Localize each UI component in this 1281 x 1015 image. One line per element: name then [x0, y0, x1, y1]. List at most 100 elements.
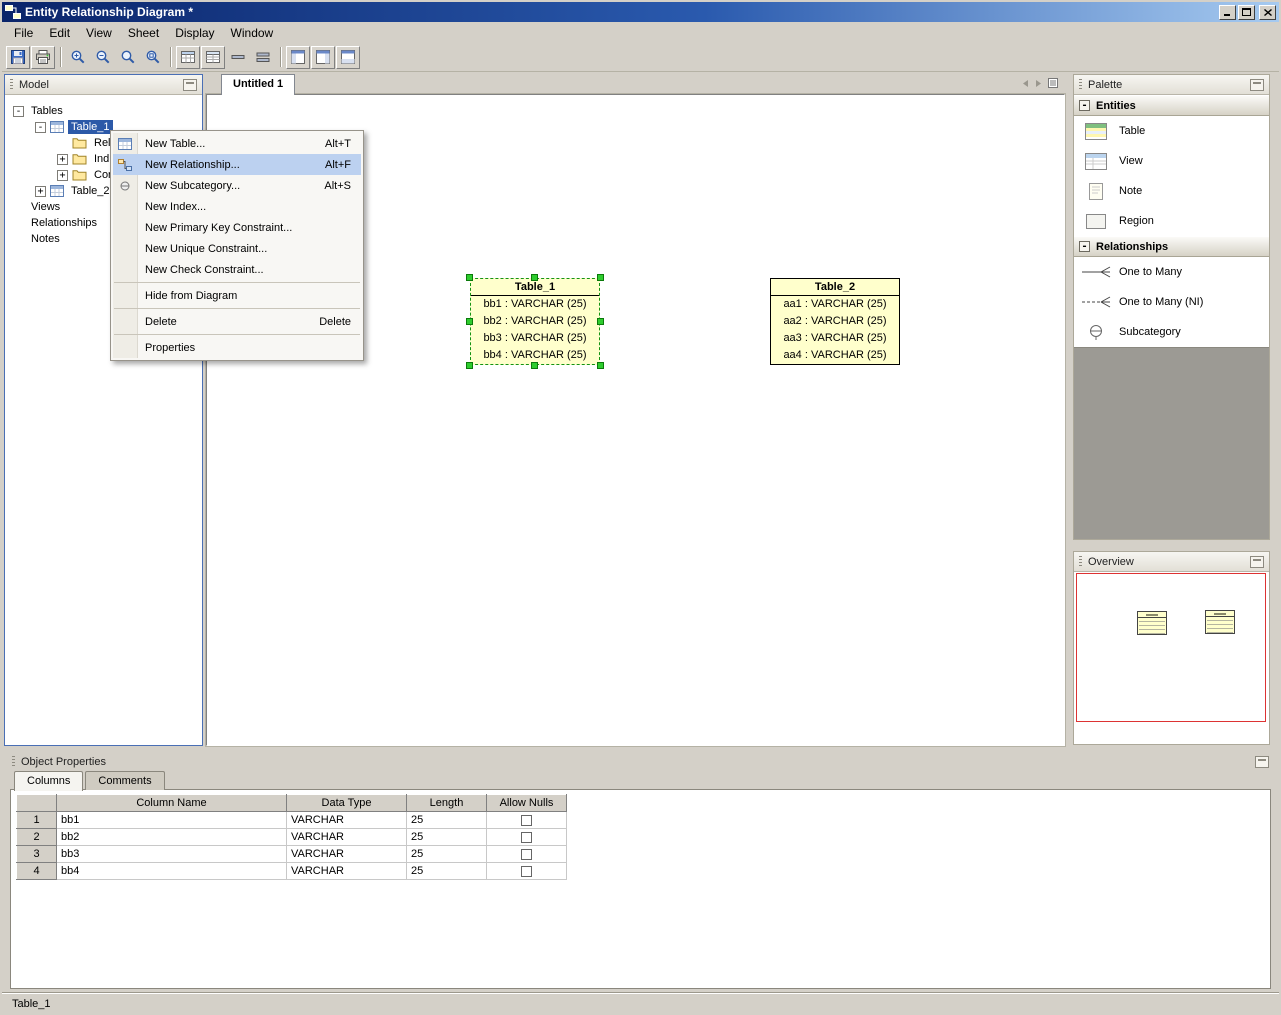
row-number[interactable]: 4: [16, 862, 57, 880]
palette-item-note[interactable]: Note: [1074, 176, 1269, 206]
tab-columns[interactable]: Columns: [14, 771, 84, 791]
cell-allow-nulls[interactable]: [486, 845, 567, 863]
undock-icon[interactable]: [1255, 755, 1269, 768]
selection-handle[interactable]: [466, 274, 473, 281]
tab-comments[interactable]: Comments: [85, 771, 165, 790]
entity-table-1[interactable]: Table_1 bb1 : VARCHAR (25) bb2 : VARCHAR…: [466, 274, 604, 369]
menu-new-subcategory[interactable]: New Subcategory... Alt+S: [113, 175, 361, 196]
print-button[interactable]: [31, 45, 55, 69]
minimize-button[interactable]: [1219, 4, 1236, 20]
cell-column-name[interactable]: bb3: [56, 845, 287, 863]
palette-item-view[interactable]: View: [1074, 146, 1269, 176]
close-button[interactable]: [1259, 4, 1276, 20]
selection-handle[interactable]: [531, 362, 538, 369]
row-number[interactable]: 1: [16, 811, 57, 829]
menu-new-check-constraint[interactable]: New Check Constraint...: [113, 259, 361, 280]
menu-view[interactable]: View: [78, 24, 120, 42]
menu-new-unique-constraint[interactable]: New Unique Constraint...: [113, 238, 361, 259]
cell-data-type[interactable]: VARCHAR: [286, 845, 407, 863]
menu-new-table[interactable]: New Table... Alt+T: [113, 133, 361, 154]
selection-handle[interactable]: [531, 274, 538, 281]
cell-column-name[interactable]: bb1: [56, 811, 287, 829]
cell-length[interactable]: 25: [406, 811, 487, 829]
grid-view-button[interactable]: [176, 45, 200, 69]
selection-handle[interactable]: [597, 274, 604, 281]
palette-item-one-to-many[interactable]: One to Many: [1074, 257, 1269, 287]
menu-file[interactable]: File: [6, 24, 41, 42]
collapse-all-panels-button[interactable]: [251, 46, 275, 69]
menu-edit[interactable]: Edit: [41, 24, 78, 42]
columns-view-button[interactable]: [201, 45, 225, 69]
menu-hide-from-diagram[interactable]: Hide from Diagram: [113, 285, 361, 306]
cell-column-name[interactable]: bb4: [56, 862, 287, 880]
allow-nulls-checkbox[interactable]: [521, 831, 532, 843]
layout-left-panel-button[interactable]: [286, 45, 310, 69]
collapse-expander-icon[interactable]: [35, 121, 46, 133]
grid-row: 3 bb3 VARCHAR 25: [16, 845, 567, 863]
palette-group-entities[interactable]: Entities: [1074, 95, 1269, 116]
zoom-normal-button[interactable]: [116, 46, 140, 69]
panel-grip[interactable]: [1079, 555, 1082, 568]
panel-grip[interactable]: [10, 78, 13, 91]
palette-item-table[interactable]: Table: [1074, 116, 1269, 146]
entity-table-2[interactable]: Table_2 aa1 : VARCHAR (25) aa2 : VARCHAR…: [770, 278, 900, 365]
collapse-group-icon[interactable]: [1079, 100, 1090, 111]
collapse-panel-button[interactable]: [226, 46, 250, 69]
undock-icon[interactable]: [183, 78, 197, 91]
cell-column-name[interactable]: bb2: [56, 828, 287, 846]
layout-right-panel-button[interactable]: [311, 45, 335, 69]
prev-sheet-icon[interactable]: [1021, 79, 1030, 88]
cell-allow-nulls[interactable]: [486, 862, 567, 880]
cell-data-type[interactable]: VARCHAR: [286, 828, 407, 846]
cell-length[interactable]: 25: [406, 862, 487, 880]
expand-expander-icon[interactable]: [57, 169, 68, 181]
palette-item-region[interactable]: Region: [1074, 206, 1269, 236]
panel-grip[interactable]: [1079, 78, 1082, 91]
allow-nulls-checkbox[interactable]: [521, 814, 532, 826]
menu-delete[interactable]: Delete Delete: [113, 311, 361, 332]
collapse-expander-icon[interactable]: [13, 105, 24, 117]
zoom-out-button[interactable]: [91, 46, 115, 69]
expand-expander-icon[interactable]: [57, 153, 68, 165]
cell-data-type[interactable]: VARCHAR: [286, 862, 407, 880]
save-button[interactable]: [6, 45, 30, 69]
zoom-fit-button[interactable]: [141, 46, 165, 69]
palette-group-relationships[interactable]: Relationships: [1074, 236, 1269, 257]
selection-handle[interactable]: [466, 317, 473, 325]
cell-allow-nulls[interactable]: [486, 811, 567, 829]
maximize-button[interactable]: [1238, 4, 1255, 20]
menu-window[interactable]: Window: [223, 24, 282, 42]
layout-bottom-panel-button[interactable]: [336, 45, 360, 69]
cell-data-type[interactable]: VARCHAR: [286, 811, 407, 829]
sheet-list-icon[interactable]: [1047, 77, 1059, 89]
selection-handle[interactable]: [597, 317, 604, 325]
menu-sheet[interactable]: Sheet: [120, 24, 167, 42]
row-number[interactable]: 2: [16, 828, 57, 846]
zoom-in-button[interactable]: [66, 46, 90, 69]
palette-item-one-to-many-ni[interactable]: One to Many (NI): [1074, 287, 1269, 317]
cell-allow-nulls[interactable]: [486, 828, 567, 846]
menu-new-primary-key-constraint[interactable]: New Primary Key Constraint...: [113, 217, 361, 238]
tree-item-tables[interactable]: Tables: [5, 103, 202, 119]
palette-item-subcategory[interactable]: Subcategory: [1074, 317, 1269, 347]
collapse-group-icon[interactable]: [1079, 241, 1090, 252]
undock-icon[interactable]: [1250, 555, 1264, 568]
selection-handle[interactable]: [597, 362, 604, 369]
cell-length[interactable]: 25: [406, 845, 487, 863]
row-number[interactable]: 3: [16, 845, 57, 863]
tab-untitled-1[interactable]: Untitled 1: [221, 74, 296, 95]
allow-nulls-checkbox[interactable]: [521, 848, 532, 860]
cell-length[interactable]: 25: [406, 828, 487, 846]
undock-icon[interactable]: [1250, 78, 1264, 91]
menu-display[interactable]: Display: [167, 24, 222, 42]
menu-properties[interactable]: Properties: [113, 337, 361, 358]
expand-expander-icon[interactable]: [35, 185, 46, 197]
menu-new-index[interactable]: New Index...: [113, 196, 361, 217]
title-bar: Entity Relationship Diagram *: [2, 2, 1279, 22]
next-sheet-icon[interactable]: [1034, 79, 1043, 88]
panel-grip[interactable]: [12, 755, 15, 768]
selection-handle[interactable]: [466, 362, 473, 369]
menu-new-relationship[interactable]: New Relationship... Alt+F: [113, 154, 361, 175]
overview-viewport[interactable]: [1076, 573, 1266, 722]
allow-nulls-checkbox[interactable]: [521, 865, 532, 877]
